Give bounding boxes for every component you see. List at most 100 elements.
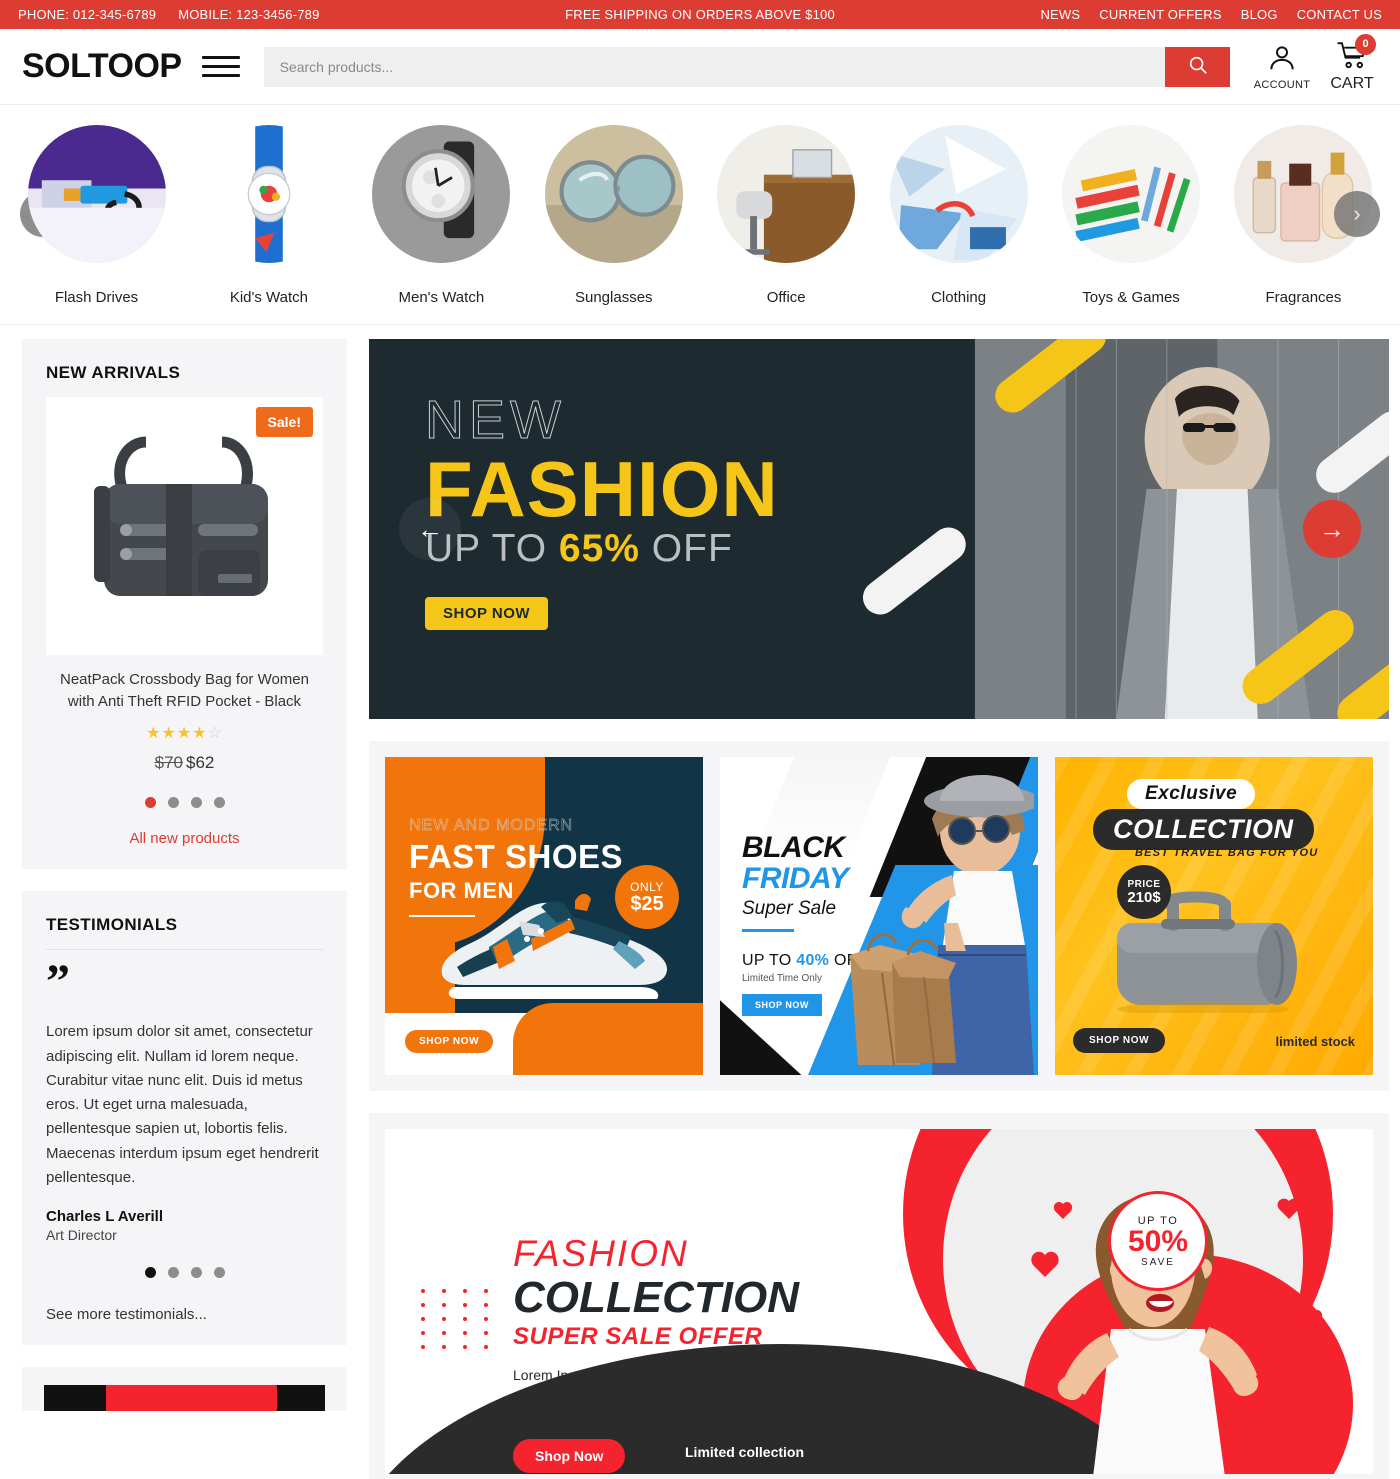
testimonial-dots — [46, 1267, 323, 1279]
category-item-flash-drives[interactable]: Flash Drives — [14, 125, 179, 306]
carousel-dot[interactable] — [213, 796, 225, 808]
carousel-dot[interactable] — [167, 796, 179, 808]
promo-discount: 40% — [796, 952, 830, 969]
topbar-link-blog[interactable]: BLOG — [1241, 7, 1278, 22]
see-more-testimonials-link[interactable]: See more testimonials... — [46, 1306, 323, 1323]
sale-badge: Sale! — [255, 407, 313, 437]
carousel-dot[interactable] — [144, 1267, 156, 1279]
promo-eyebrow: Exclusive — [1127, 779, 1256, 809]
carousel-dot[interactable] — [144, 796, 156, 808]
discount-badge: UP TO 50% SAVE — [1108, 1191, 1208, 1291]
sneaker-image — [441, 893, 667, 999]
new-arrivals-dots — [46, 796, 323, 808]
topbar-mobile: MOBILE: 123-3456-789 — [178, 7, 320, 22]
banner-title-collection: COLLECTION — [513, 1273, 799, 1322]
sidebar-promo-partial[interactable] — [22, 1367, 347, 1412]
top-utility-bar: PHONE: 012-345-6789 MOBILE: 123-3456-789… — [0, 0, 1400, 29]
new-arrivals-title: NEW ARRIVALS — [46, 363, 181, 382]
new-arrivals-panel: NEW ARRIVALS Sale! NeatPack Crossbody Ba… — [22, 339, 347, 869]
star-filled: ★ — [192, 724, 208, 742]
star-filled: ★ — [161, 724, 177, 742]
hero-copy: NEW FASHION UP TO 65% OFF SHOP NOW — [425, 393, 779, 630]
promo-subtitle: BEST TRAVEL BAG FOR YOU — [1135, 847, 1319, 859]
cart-count-badge: 0 — [1355, 33, 1376, 55]
toys-games-image — [1062, 125, 1201, 263]
testimonial-author-role: Art Director — [46, 1227, 117, 1244]
decorative-rule — [742, 929, 794, 932]
category-item-toys-games[interactable]: Toys & Games — [1049, 125, 1214, 306]
category-item-kids-watch[interactable]: Kid's Watch — [186, 125, 351, 306]
divider — [46, 948, 323, 950]
search-input[interactable] — [263, 46, 1165, 87]
category-label: Office — [766, 289, 806, 306]
mens-watch-image — [372, 125, 511, 263]
hero-discount: 65% — [558, 526, 640, 570]
hero-banner[interactable]: NEW FASHION UP TO 65% OFF SHOP NOW ← → — [369, 339, 1389, 719]
topbar-link-contact-us[interactable]: CONTACT US — [1297, 7, 1382, 22]
banner-limited-note: Limited collection — [685, 1444, 805, 1460]
carousel-dot[interactable] — [213, 1267, 225, 1279]
category-item-sunglasses[interactable]: Sunglasses — [531, 125, 696, 306]
promo-banner-fast-shoes[interactable]: NEW AND MODERN FAST SHOES FOR MEN ONLY $… — [385, 757, 703, 1075]
cart-button[interactable]: 0 CART — [1324, 33, 1380, 93]
banner-title-fashion: FASHION — [513, 1233, 689, 1274]
promo-shop-now-button[interactable]: SHOP NOW — [1073, 1028, 1166, 1053]
banner-shop-now-button[interactable]: Shop Now — [513, 1439, 626, 1473]
account-button[interactable]: ACCOUNT — [1252, 43, 1312, 91]
sunglasses-image — [544, 125, 683, 263]
topbar-phone: PHONE: 012-345-6789 — [18, 7, 157, 22]
site-logo[interactable]: SOLTOOP — [22, 47, 182, 86]
promo-banner-black-friday[interactable]: BLACK FRIDAY Super Sale UP TO 40% OFF Li… — [720, 757, 1038, 1075]
promo-title: COLLECTION — [1093, 809, 1314, 850]
badge-percent: 50% — [1127, 1224, 1189, 1258]
category-next-button[interactable]: › — [1334, 191, 1380, 237]
hero-prev-button[interactable]: ← — [399, 498, 461, 560]
main-content: NEW FASHION UP TO 65% OFF SHOP NOW ← → N… — [369, 339, 1389, 1479]
promo-shop-now-button[interactable]: SHOP NOW — [405, 1030, 494, 1053]
badge-price: 210$ — [1127, 889, 1161, 906]
carousel-dot[interactable] — [190, 1267, 202, 1279]
testimonials-panel: TESTIMONIALS ” Lorem ipsum dolor sit ame… — [22, 890, 347, 1346]
topbar-nav-links: NEWS CURRENT OFFERS BLOG CONTACT US — [1040, 7, 1382, 22]
category-list: Flash Drives Kid's Watch Men's Watch Sun… — [0, 125, 1400, 306]
carousel-dot[interactable] — [167, 1267, 179, 1279]
promo-shop-now-button[interactable]: SHOP NOW — [742, 994, 822, 1016]
search-icon — [1187, 54, 1209, 79]
category-label: Flash Drives — [54, 289, 139, 306]
old-price: $70 — [154, 752, 183, 772]
category-label: Men's Watch — [398, 289, 485, 306]
category-label: Fragrances — [1265, 289, 1342, 306]
all-new-products-link[interactable]: All new products — [46, 830, 323, 847]
star-empty: ☆ — [207, 724, 223, 742]
page-body: NEW ARRIVALS Sale! NeatPack Crossbody Ba… — [0, 325, 1400, 1479]
fashion-collection-banner[interactable]: FASHION COLLECTION SUPER SALE OFFER Lore… — [385, 1129, 1373, 1474]
category-item-office[interactable]: Office — [704, 125, 869, 306]
hero-line-1: NEW — [425, 390, 566, 450]
testimonial-text: Lorem ipsum dolor sit amet, consectetur … — [46, 1023, 319, 1187]
user-icon — [1267, 43, 1297, 78]
search-bar — [263, 46, 1230, 87]
banner-subtitle: SUPER SALE OFFER — [513, 1323, 763, 1350]
hero-next-button[interactable]: → — [1303, 500, 1361, 558]
category-label: Clothing — [931, 289, 987, 306]
new-arrival-rating: ★★★★☆ — [46, 723, 323, 743]
topbar-link-news[interactable]: NEWS — [1040, 7, 1080, 22]
sidebar: NEW ARRIVALS Sale! NeatPack Crossbody Ba… — [22, 339, 347, 1412]
search-button[interactable] — [1165, 46, 1230, 87]
carousel-dot[interactable] — [190, 796, 202, 808]
promo-eyebrow: NEW AND MODERN — [409, 817, 574, 834]
banner-description: Lorem Ipsum is simply dummy text of the … — [513, 1367, 768, 1404]
category-item-mens-watch[interactable]: Men's Watch — [359, 125, 524, 306]
hero-shop-now-button[interactable]: SHOP NOW — [425, 596, 549, 630]
new-arrival-product-image[interactable]: Sale! — [46, 397, 323, 655]
kids-watch-image — [199, 125, 338, 263]
category-item-clothing[interactable]: Clothing — [876, 125, 1041, 306]
topbar-link-current-offers[interactable]: CURRENT OFFERS — [1099, 7, 1221, 22]
promo-banner-exclusive-collection[interactable]: Exclusive COLLECTION BEST TRAVEL BAG FOR… — [1055, 757, 1373, 1075]
new-arrival-product-title[interactable]: NeatPack Crossbody Bag for Women with An… — [50, 669, 319, 713]
menu-hamburger-icon[interactable] — [201, 56, 242, 77]
office-image — [717, 125, 856, 263]
category-carousel: ‹ Flash Drives Kid's Wa — [0, 105, 1400, 325]
category-label: Toys & Games — [1082, 289, 1180, 306]
promo-strip-block — [277, 1385, 325, 1412]
